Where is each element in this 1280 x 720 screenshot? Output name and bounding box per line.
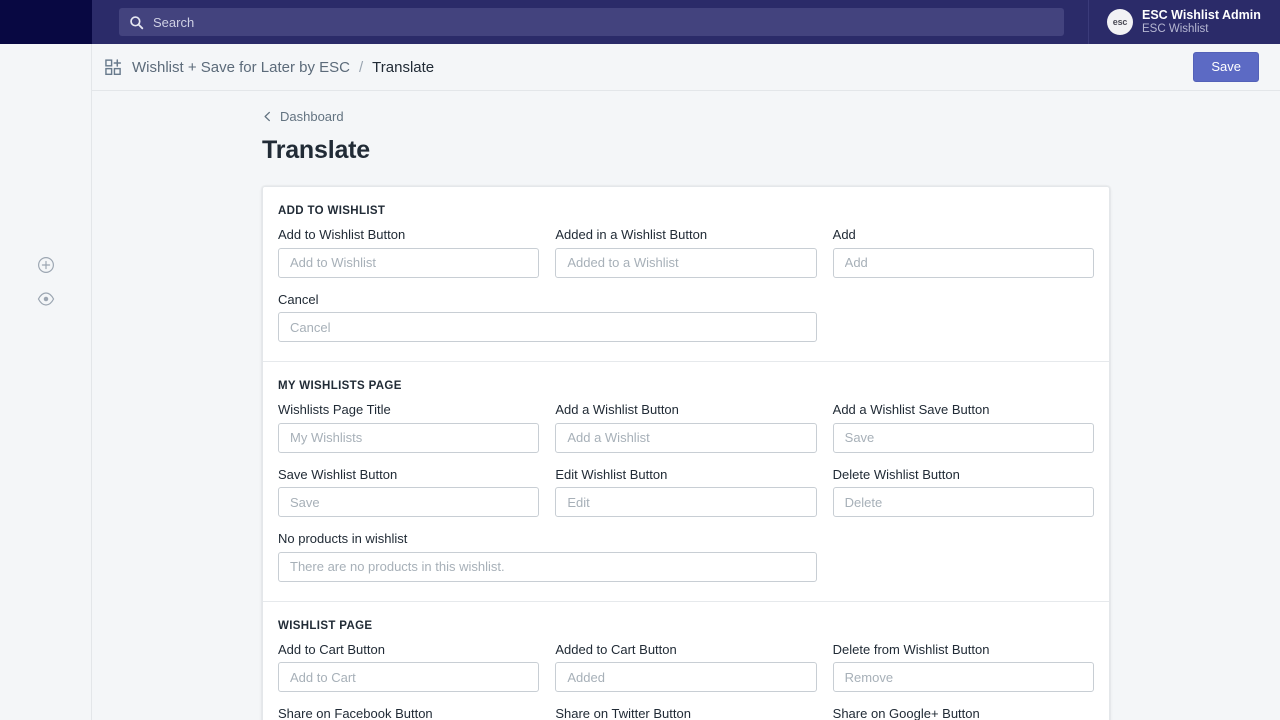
field-group: Wishlists Page Title xyxy=(278,401,539,453)
field-label: Added to Cart Button xyxy=(555,641,816,659)
search-placeholder: Search xyxy=(153,16,194,29)
breadcrumb-separator: / xyxy=(359,59,363,76)
breadcrumb-current: Translate xyxy=(372,59,434,76)
field-label: Share on Twitter Button xyxy=(555,705,816,720)
plus-circle-icon[interactable] xyxy=(37,256,55,274)
page-content: Dashboard Translate ADD TO WISHLIST Add t… xyxy=(92,91,1280,720)
user-menu[interactable]: esc ESC Wishlist Admin ESC Wishlist xyxy=(1089,0,1280,44)
translation-input[interactable] xyxy=(278,248,539,278)
field-label: Save Wishlist Button xyxy=(278,466,539,484)
translation-input[interactable] xyxy=(278,552,817,582)
field-group: Cancel xyxy=(278,291,817,343)
breadcrumb-bar: Wishlist + Save for Later by ESC / Trans… xyxy=(92,44,1280,91)
section-title: MY WISHLISTS PAGE xyxy=(278,380,1094,392)
avatar: esc xyxy=(1107,9,1133,35)
field-label: Add a Wishlist Button xyxy=(555,401,816,419)
field-group: Delete Wishlist Button xyxy=(833,466,1094,518)
settings-section: ADD TO WISHLISTAdd to Wishlist ButtonAdd… xyxy=(263,187,1109,361)
field-label: Delete Wishlist Button xyxy=(833,466,1094,484)
field-group: Delete from Wishlist Button xyxy=(833,641,1094,693)
translation-input[interactable] xyxy=(833,662,1094,692)
translation-input[interactable] xyxy=(833,423,1094,453)
translation-input[interactable] xyxy=(278,312,817,342)
translate-card: ADD TO WISHLISTAdd to Wishlist ButtonAdd… xyxy=(262,186,1110,720)
rail-icon-group xyxy=(0,256,92,308)
translation-input[interactable] xyxy=(555,423,816,453)
translation-input[interactable] xyxy=(278,662,539,692)
save-button[interactable]: Save xyxy=(1193,52,1259,82)
back-to-dashboard-link[interactable]: Dashboard xyxy=(262,109,344,124)
field-group: Added to Cart Button xyxy=(555,641,816,693)
field-group: Add xyxy=(833,226,1094,278)
search-input[interactable]: Search xyxy=(119,8,1064,36)
section-title: WISHLIST PAGE xyxy=(278,620,1094,632)
translation-input[interactable] xyxy=(278,487,539,517)
field-group: Save Wishlist Button xyxy=(278,466,539,518)
field-label: Edit Wishlist Button xyxy=(555,466,816,484)
field-grid: Add to Cart Button Added to Cart Button De… xyxy=(278,641,1094,720)
topbar-search-zone: Search xyxy=(92,0,1089,44)
field-group: Share on Google+ Button xyxy=(833,705,1094,720)
field-label: Share on Google+ Button xyxy=(833,705,1094,720)
translation-input[interactable] xyxy=(555,662,816,692)
translation-input[interactable] xyxy=(555,487,816,517)
field-label: Added in a Wishlist Button xyxy=(555,226,816,244)
user-org: ESC Wishlist xyxy=(1142,23,1261,36)
section-title: ADD TO WISHLIST xyxy=(278,205,1094,217)
field-grid: Add to Wishlist Button Added in a Wishlis… xyxy=(278,226,1094,342)
translation-input[interactable] xyxy=(833,487,1094,517)
field-label: Add to Wishlist Button xyxy=(278,226,539,244)
search-icon xyxy=(129,15,144,30)
translation-input[interactable] xyxy=(278,423,539,453)
field-label: Cancel xyxy=(278,291,817,309)
settings-section: WISHLIST PAGE Add to Cart Button Added to … xyxy=(263,601,1109,720)
eye-icon[interactable] xyxy=(37,290,55,308)
translation-input[interactable] xyxy=(833,248,1094,278)
page-title: Translate xyxy=(262,136,1280,165)
left-rail xyxy=(0,44,92,720)
field-label: Add xyxy=(833,226,1094,244)
field-label: Wishlists Page Title xyxy=(278,401,539,419)
page-header: Dashboard Translate xyxy=(92,91,1280,165)
user-name: ESC Wishlist Admin xyxy=(1142,8,1261,22)
field-label: Share on Facebook Button xyxy=(278,705,539,720)
field-label: Add a Wishlist Save Button xyxy=(833,401,1094,419)
user-text-block: ESC Wishlist Admin ESC Wishlist xyxy=(1142,8,1261,37)
top-bar: Search esc ESC Wishlist Admin ESC Wishli… xyxy=(0,0,1280,44)
apps-grid-plus-icon xyxy=(105,59,122,76)
field-group: Edit Wishlist Button xyxy=(555,466,816,518)
field-group: Add to Cart Button xyxy=(278,641,539,693)
topbar-logo-block xyxy=(0,0,92,44)
field-group: No products in wishlist xyxy=(278,530,817,582)
back-link-label: Dashboard xyxy=(280,109,344,124)
field-label: No products in wishlist xyxy=(278,530,817,548)
settings-section: MY WISHLISTS PAGE Wishlists Page Title Add… xyxy=(263,361,1109,601)
field-label: Delete from Wishlist Button xyxy=(833,641,1094,659)
field-label: Add to Cart Button xyxy=(278,641,539,659)
field-grid: Wishlists Page Title Add a Wishlist Butto… xyxy=(278,401,1094,582)
breadcrumb-app-link[interactable]: Wishlist + Save for Later by ESC xyxy=(132,59,350,76)
field-group: Add a Wishlist Save Button xyxy=(833,401,1094,453)
field-group: Add to Wishlist Button xyxy=(278,226,539,278)
field-group: Added in a Wishlist Button xyxy=(555,226,816,278)
field-group: Share on Facebook Button xyxy=(278,705,539,720)
translation-input[interactable] xyxy=(555,248,816,278)
chevron-left-icon xyxy=(262,111,273,122)
field-group: Add a Wishlist Button xyxy=(555,401,816,453)
field-group: Share on Twitter Button xyxy=(555,705,816,720)
